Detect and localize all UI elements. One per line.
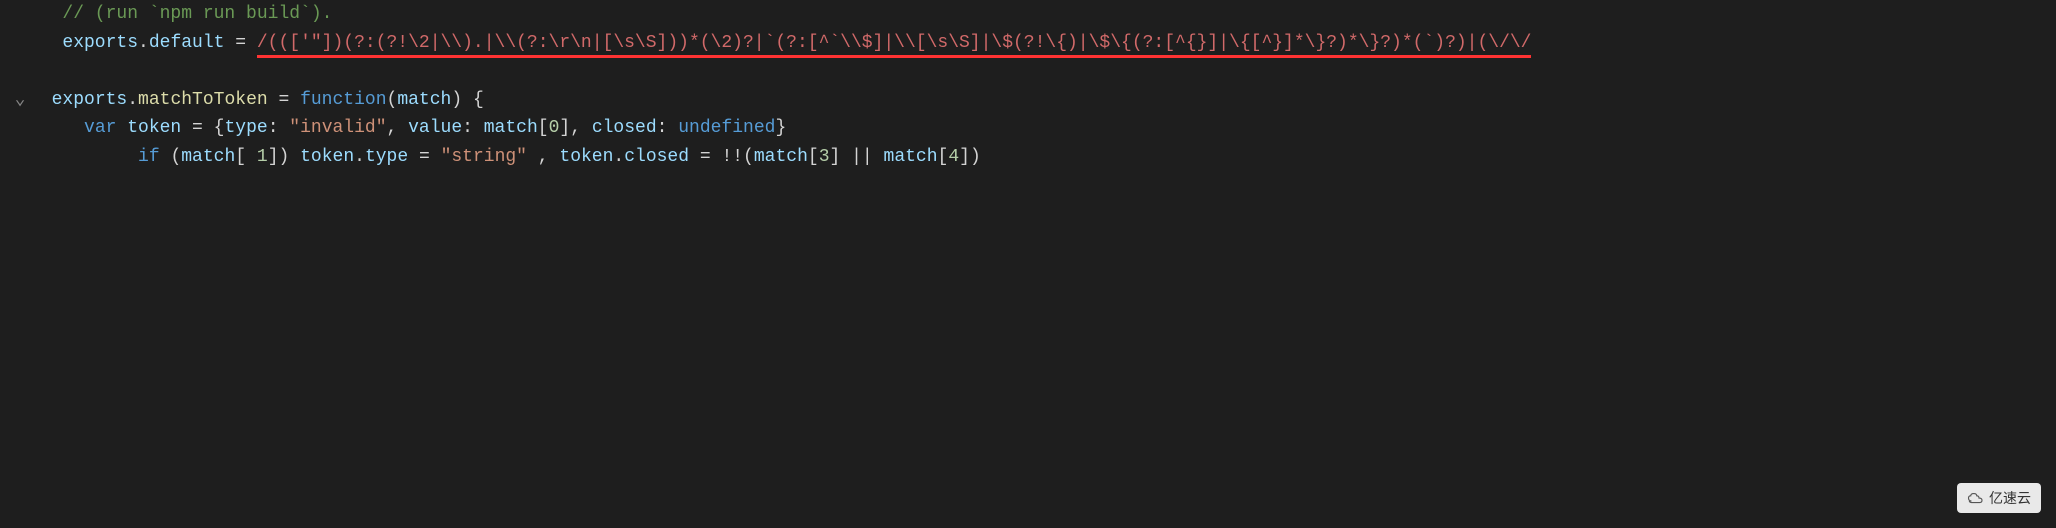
code-content: exports.matchToToken = function(match) { xyxy=(52,86,484,115)
or-operator: || xyxy=(840,147,883,167)
cloud-icon xyxy=(1967,492,1985,504)
dot: . xyxy=(127,90,138,110)
string-literal: "string" xyxy=(441,147,527,167)
brace-close: } xyxy=(775,118,786,138)
method-name: matchToToken xyxy=(138,90,268,110)
match-variable: match xyxy=(181,147,235,167)
code-line-5[interactable]: if (match[ 1]) token.type = "string" , t… xyxy=(10,143,2046,172)
bracket-close: ] xyxy=(559,118,570,138)
regex-literal: /((['"])(?:(?!\2|\\).|\\(?:\r\n|[\s\S]))… xyxy=(257,33,1532,58)
token-variable: token xyxy=(300,147,354,167)
watermark-badge: 亿速云 xyxy=(1957,483,2041,513)
bracket-close: ] xyxy=(959,147,970,167)
code-content: if (match[ 1]) token.type = "string" , t… xyxy=(138,143,981,172)
number-literal: 3 xyxy=(819,147,830,167)
equals-operator: = xyxy=(224,33,256,53)
paren-close: ) xyxy=(970,147,981,167)
paren-open: ( xyxy=(743,147,754,167)
closed-key: closed xyxy=(592,118,657,138)
comma: , xyxy=(570,118,592,138)
token-variable: token xyxy=(116,118,192,138)
token-variable: token xyxy=(559,147,613,167)
code-line-4[interactable]: var token = {type: "invalid", value: mat… xyxy=(10,114,2046,143)
code-line-1[interactable]: // (run `npm run build`). xyxy=(10,0,2046,29)
bracket-open: [ xyxy=(235,147,257,167)
match-variable: match xyxy=(884,147,938,167)
dot: . xyxy=(138,33,149,53)
undefined-keyword: undefined xyxy=(678,118,775,138)
code-content: var token = {type: "invalid", value: mat… xyxy=(84,114,786,143)
bracket-open: [ xyxy=(808,147,819,167)
number-literal: 1 xyxy=(257,147,268,167)
comma-spacer: , xyxy=(527,147,559,167)
equals: = xyxy=(408,147,440,167)
code-line-2[interactable]: exports.default = /((['"])(?:(?!\2|\\).|… xyxy=(10,29,2046,58)
paren-open: ( xyxy=(160,147,182,167)
match-variable: match xyxy=(754,147,808,167)
colon: : xyxy=(462,118,484,138)
comment-text: // (run `npm run build`). xyxy=(62,0,332,29)
type-key: type xyxy=(224,118,267,138)
code-line-3[interactable]: ⌄ exports.matchToToken = function(match)… xyxy=(10,86,2046,115)
function-keyword: function xyxy=(300,90,386,110)
value-key: value xyxy=(408,118,462,138)
comma: , xyxy=(387,118,409,138)
var-keyword: var xyxy=(84,118,116,138)
code-editor[interactable]: // (run `npm run build`). exports.defaul… xyxy=(0,0,2056,172)
watermark-text: 亿速云 xyxy=(1989,487,2031,509)
double-bang: !! xyxy=(721,147,743,167)
match-variable: match xyxy=(484,118,538,138)
fold-toggle-icon[interactable]: ⌄ xyxy=(10,86,30,115)
indent xyxy=(30,29,62,58)
paren-close: ) xyxy=(279,147,301,167)
indent xyxy=(30,143,138,172)
bracket-open: [ xyxy=(938,147,949,167)
brace-open: { xyxy=(214,118,225,138)
dot: . xyxy=(354,147,365,167)
paren-close: ) xyxy=(451,90,462,110)
bracket-close: ] xyxy=(830,147,841,167)
number-literal: 0 xyxy=(549,118,560,138)
code-content: exports.default = /((['"])(?:(?!\2|\\).|… xyxy=(62,29,1531,58)
parameter: match xyxy=(397,90,451,110)
indent xyxy=(30,0,62,29)
equals: = xyxy=(192,118,214,138)
if-keyword: if xyxy=(138,147,160,167)
equals: = xyxy=(689,147,721,167)
exports-identifier: exports xyxy=(52,90,128,110)
colon: : xyxy=(268,118,290,138)
bracket-open: [ xyxy=(538,118,549,138)
bracket-close: ] xyxy=(268,147,279,167)
dot: . xyxy=(613,147,624,167)
equals-operator: = xyxy=(268,90,300,110)
blank-line xyxy=(10,58,2046,86)
number-literal: 4 xyxy=(948,147,959,167)
type-property: type xyxy=(365,147,408,167)
paren-open: ( xyxy=(387,90,398,110)
closed-property: closed xyxy=(624,147,689,167)
string-literal: "invalid" xyxy=(289,118,386,138)
indent xyxy=(30,114,84,143)
brace-open: { xyxy=(462,90,484,110)
default-property: default xyxy=(149,33,225,53)
exports-identifier: exports xyxy=(62,33,138,53)
colon: : xyxy=(657,118,679,138)
indent xyxy=(30,86,52,115)
